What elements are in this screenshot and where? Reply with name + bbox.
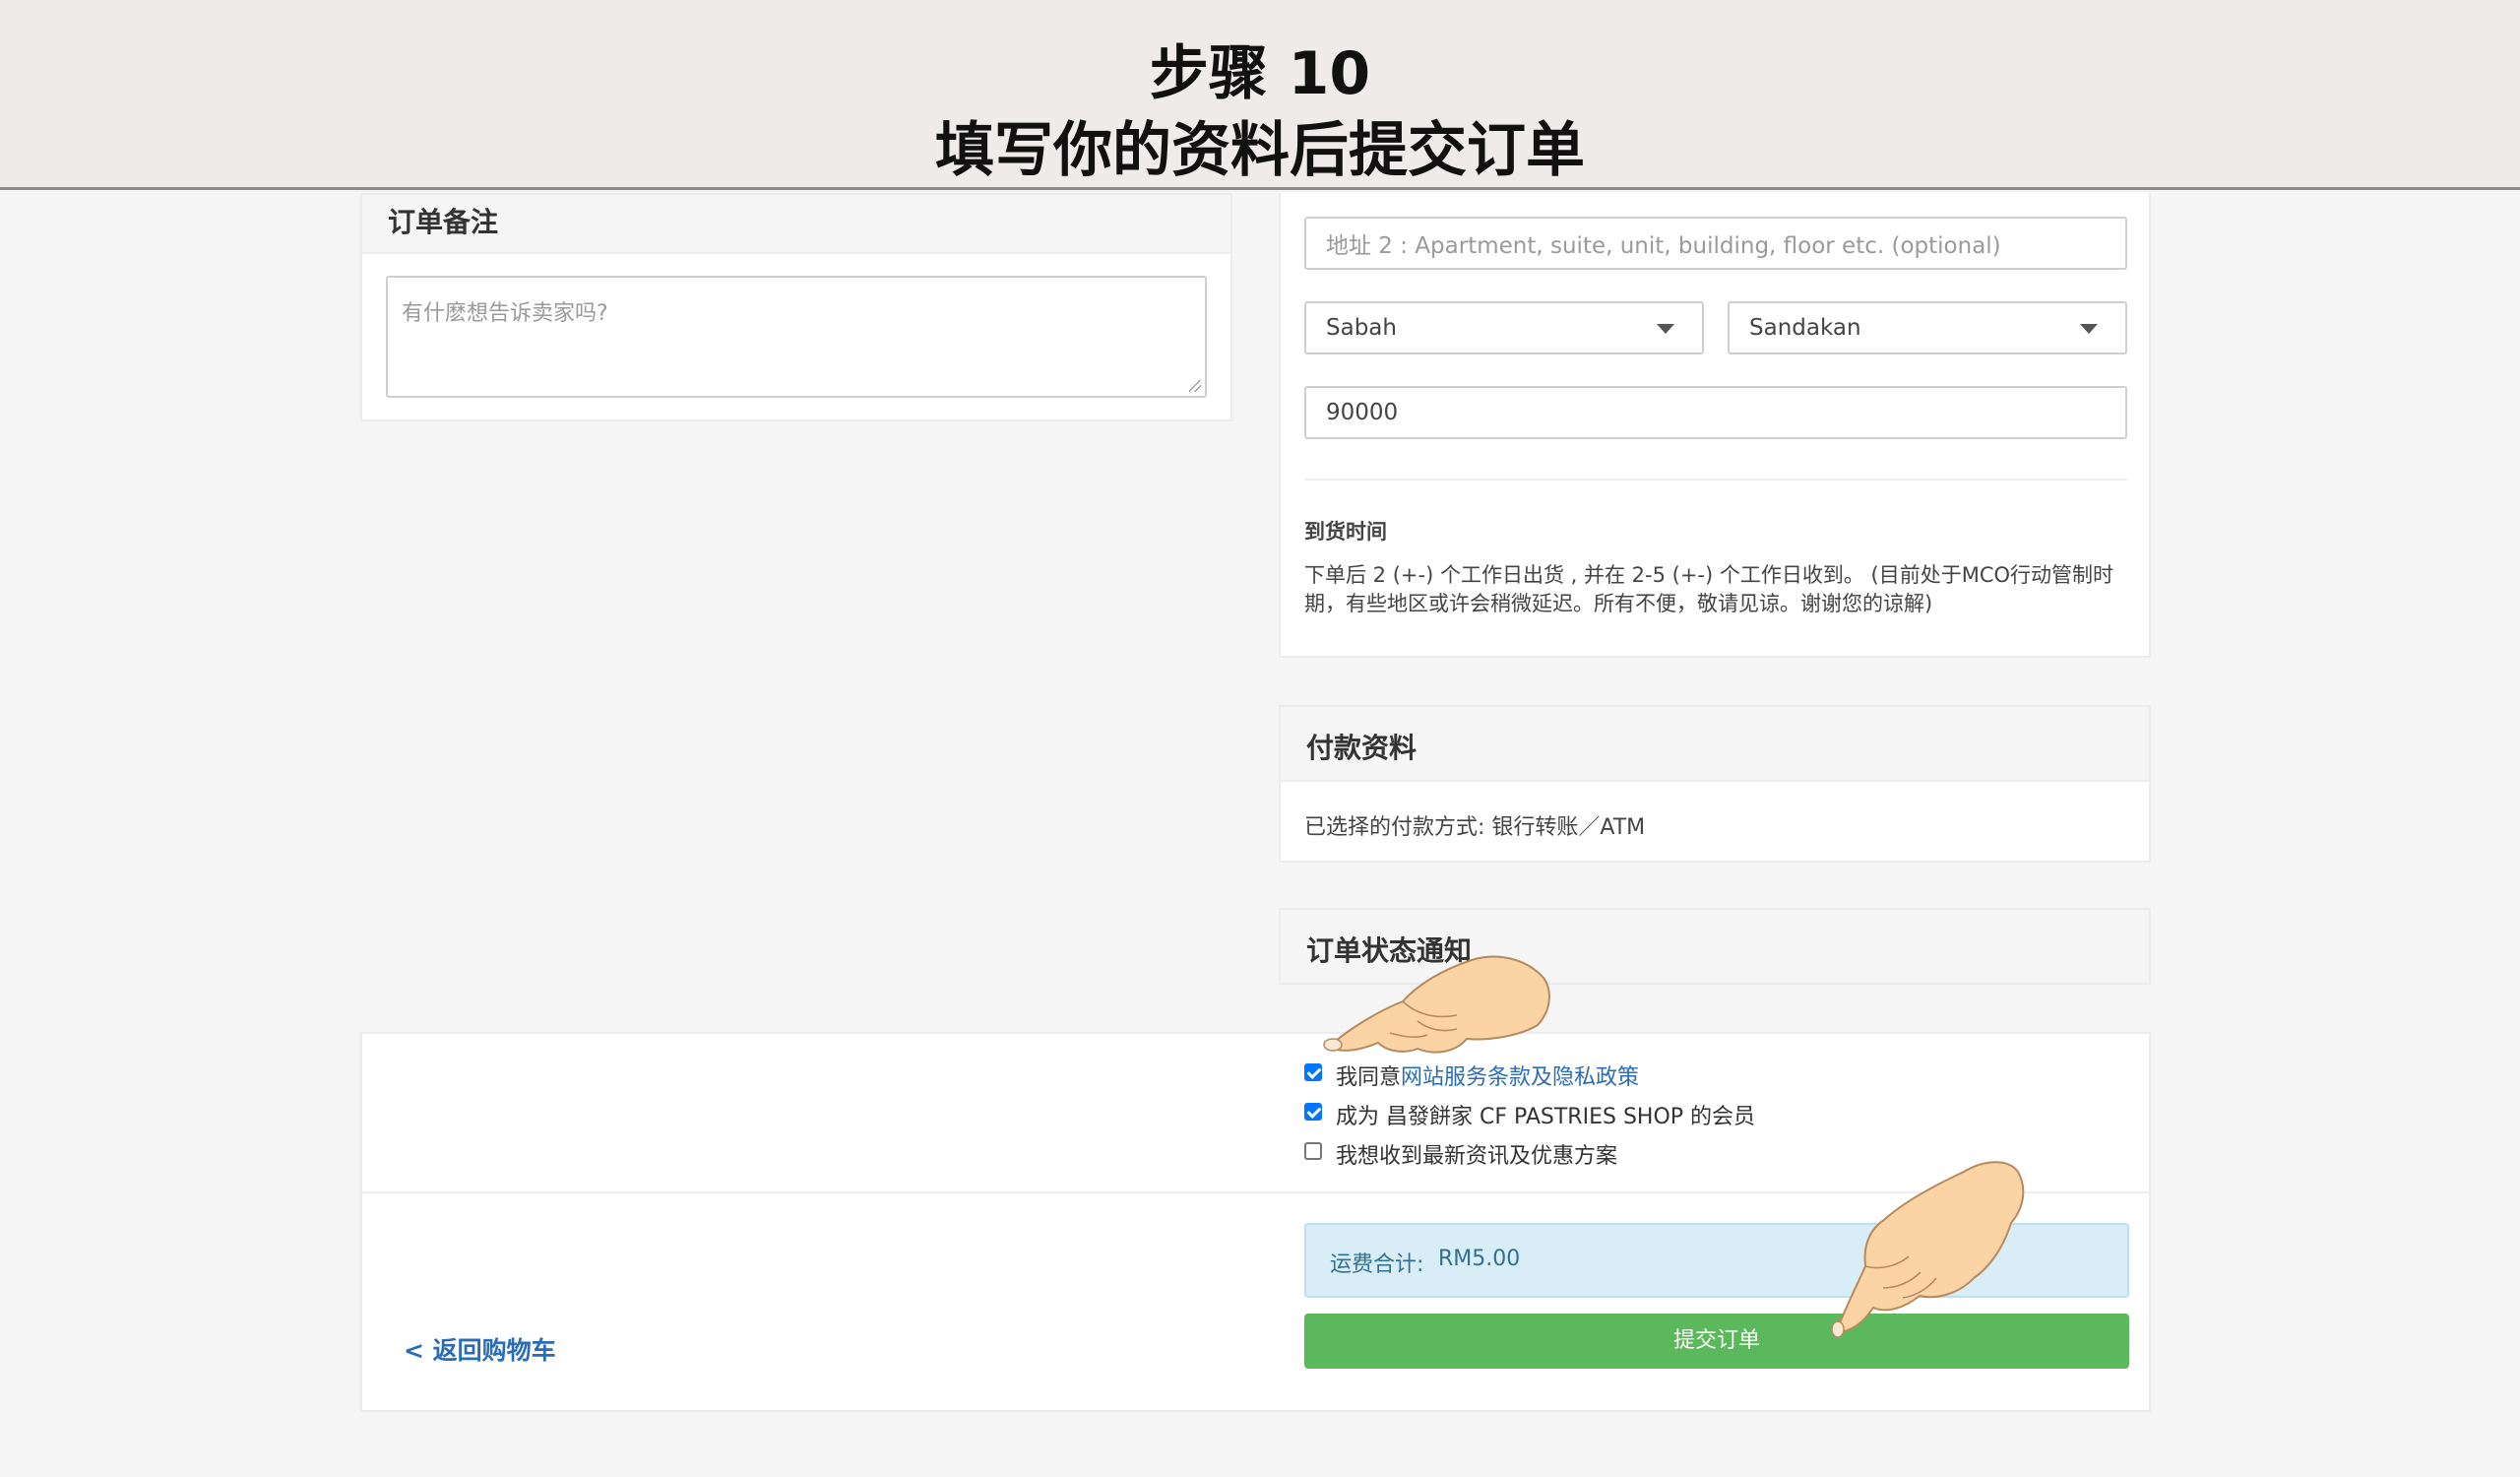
address2-input[interactable]: 地址 2 : Apartment, suite, unit, building,… <box>1304 217 2127 270</box>
order-notes-title: 订单备注 <box>388 206 499 238</box>
shipping-address-panel: 地址 2 : Apartment, suite, unit, building,… <box>1279 193 2151 658</box>
state-value: Sabah <box>1326 315 1397 341</box>
pointing-hand-icon <box>1831 1161 2025 1338</box>
city-select[interactable]: Sandakan <box>1728 301 2127 354</box>
delivery-time-label: 到货时间 <box>1304 520 1387 544</box>
divider <box>1304 479 2127 481</box>
become-member-checkbox[interactable] <box>1304 1103 1322 1121</box>
payment-header: 付款资料 <box>1281 707 2149 782</box>
resize-grip-icon[interactable] <box>1189 380 1201 392</box>
postcode-input[interactable]: 90000 <box>1304 386 2127 439</box>
address2-placeholder: 地址 2 : Apartment, suite, unit, building,… <box>1326 233 2001 259</box>
submit-order-label: 提交订单 <box>1672 1328 1760 1353</box>
newsletter-label: 我想收到最新资讯及优惠方案 <box>1336 1144 1618 1169</box>
delivery-time-line1: 下单后 2 (+-) 个工作日出货 , 并在 2-5 (+-) 个工作日收到。 … <box>1304 563 2114 587</box>
terms-privacy-link[interactable]: 网站服务条款及隐私政策 <box>1401 1065 1639 1090</box>
back-to-cart-link[interactable]: < 返回购物车 <box>404 1331 556 1367</box>
step-instruction: 填写你的资料后提交订单 <box>935 116 1585 185</box>
delivery-time-line2: 期，有些地区或许会稍微延迟。所有不便，敬请见谅。谢谢您的谅解) <box>1304 592 1933 615</box>
newsletter-checkbox[interactable] <box>1304 1142 1322 1160</box>
instruction-banner: 步骤 10 填写你的资料后提交订单 <box>0 0 2520 190</box>
step-title: 步骤 10 <box>1149 39 1371 108</box>
order-notes-header: 订单备注 <box>362 195 1230 254</box>
postcode-value: 90000 <box>1326 400 1399 425</box>
shipping-fee-amount: RM5.00 <box>1438 1247 1521 1271</box>
city-value: Sandakan <box>1749 315 1861 341</box>
order-notes-textarea[interactable]: 有什麽想告诉卖家吗? <box>386 276 1207 398</box>
payment-method-text: 已选择的付款方式: 银行转账／ATM <box>1304 815 1646 840</box>
payment-panel: 付款资料 已选择的付款方式: 银行转账／ATM <box>1279 705 2151 863</box>
order-notes-panel: 订单备注 有什麽想告诉卖家吗? <box>360 193 1232 421</box>
become-member-label: 成为 昌發餅家 CF PASTRIES SHOP 的会员 <box>1336 1105 1756 1129</box>
payment-title: 付款资料 <box>1306 732 1418 764</box>
state-select[interactable]: Sabah <box>1304 301 1704 354</box>
chevron-down-icon <box>1657 324 1674 334</box>
shipping-fee-label: 运费合计: <box>1330 1252 1424 1277</box>
pointing-hand-icon <box>1323 955 1550 1054</box>
chevron-down-icon <box>2080 324 2098 334</box>
order-notes-placeholder: 有什麽想告诉卖家吗? <box>402 301 608 326</box>
agree-prefix: 我同意 <box>1336 1065 1402 1090</box>
